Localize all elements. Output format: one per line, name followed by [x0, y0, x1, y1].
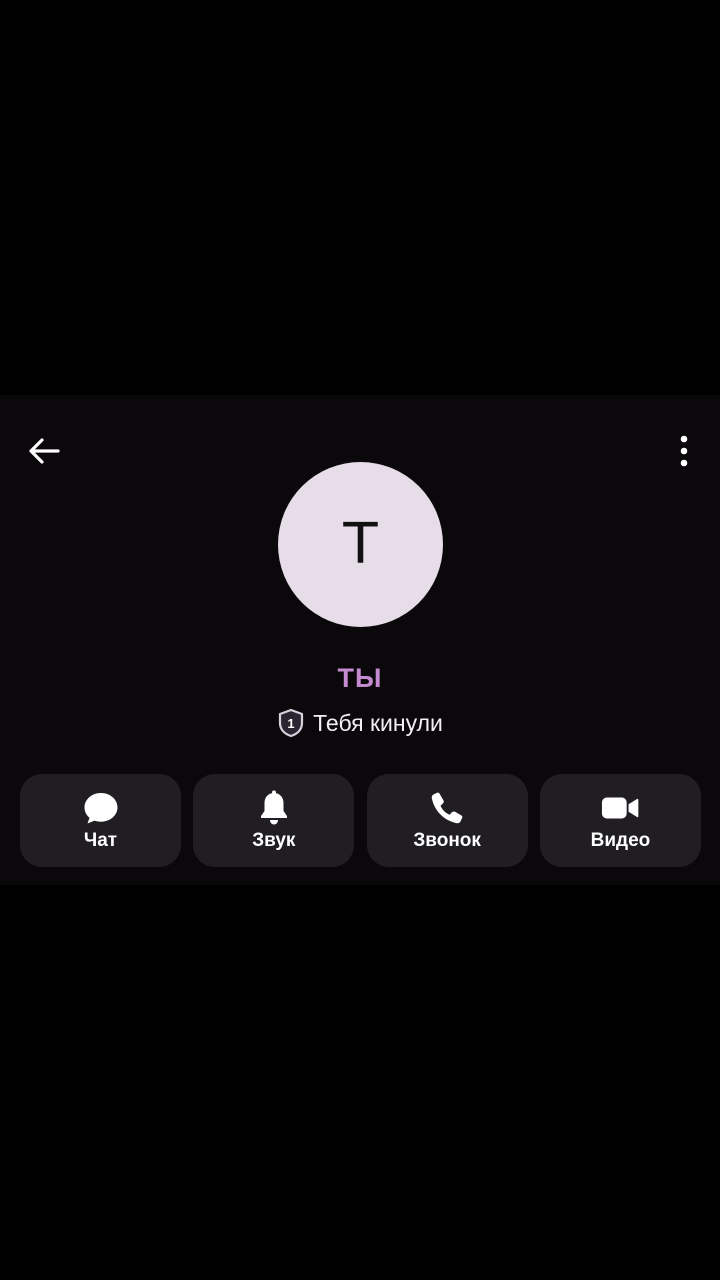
call-button[interactable]: Звонок: [366, 774, 528, 867]
status-text: Тебя кинули: [313, 709, 443, 736]
shield-icon: 1: [277, 708, 305, 738]
avatar[interactable]: T: [278, 462, 443, 627]
status-badge-number: 1: [288, 716, 295, 731]
chat-button[interactable]: Чат: [20, 774, 181, 867]
contact-name: ТЫ: [337, 663, 383, 693]
action-buttons-row: Чат Звук Звонок Видео: [20, 774, 701, 867]
sound-button-label: Звук: [252, 829, 296, 851]
more-options-button[interactable]: [664, 431, 704, 471]
more-vertical-icon: [680, 435, 688, 467]
video-camera-icon: [601, 790, 639, 826]
arrow-left-icon: [29, 438, 60, 464]
contact-profile-panel: T ТЫ 1 Тебя кинули Чат Звук Звонок Видео: [0, 395, 720, 885]
back-button[interactable]: [22, 431, 66, 471]
video-button-label: Видео: [590, 829, 651, 851]
call-button-label: Звонок: [413, 829, 481, 851]
chat-bubble-icon: [82, 790, 120, 826]
phone-icon: [428, 790, 466, 826]
contact-status: 1 Тебя кинули: [0, 705, 720, 741]
video-button[interactable]: Видео: [539, 774, 701, 867]
bell-icon: [255, 790, 293, 826]
chat-button-label: Чат: [83, 829, 118, 851]
screen: T ТЫ 1 Тебя кинули Чат Звук Звонок Видео: [0, 0, 720, 1280]
sound-button[interactable]: Звук: [193, 774, 355, 867]
avatar-initial: T: [343, 511, 378, 577]
